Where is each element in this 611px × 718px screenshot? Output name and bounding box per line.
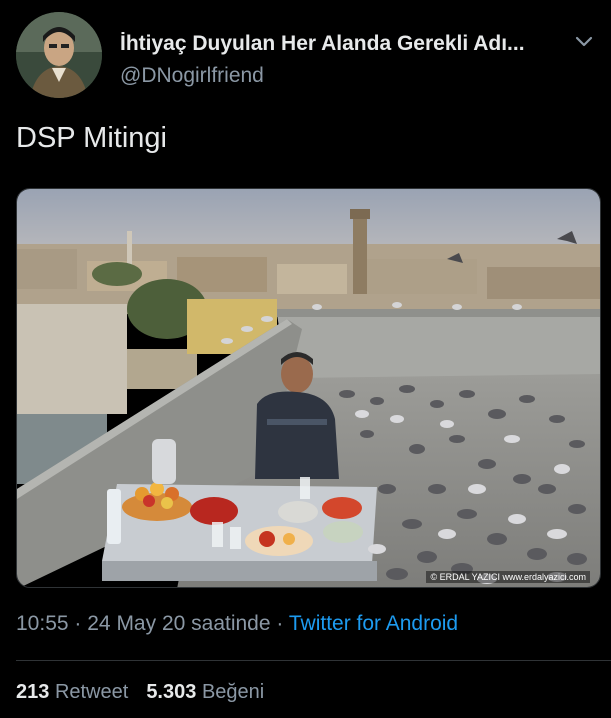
tweet-meta: 10:55 · 24 May 20 saatinde · Twitter for… [16,612,458,636]
retweets-stat[interactable]: 213 Retweet [16,681,128,703]
likes-label: Beğeni [201,681,265,703]
author-display-name[interactable]: İhtiyaç Duyulan Her Alanda Gerekli Adı..… [120,32,560,56]
avatar-image [16,12,102,98]
tweet-photo[interactable]: © ERDAL YAZICI www.erdalyazici.com [16,188,601,588]
chevron-down-icon[interactable] [572,30,596,54]
tweet-stats: 213 Retweet 5.303 Beğeni [16,681,264,704]
tweet-text: DSP Mitingi [16,122,167,154]
meta-separator-2: · [276,612,284,635]
likes-stat[interactable]: 5.303 Beğeni [146,681,264,703]
rooftop-pigeons-photo [17,189,600,587]
meta-separator: · [74,612,82,635]
retweets-count: 213 [16,681,50,703]
photo-credit: © ERDAL YAZICI www.erdalyazici.com [426,571,590,583]
retweets-label: Retweet [54,681,129,703]
author-avatar[interactable] [16,12,102,98]
divider [16,660,611,661]
tweet-date[interactable]: 24 May 20 saatinde [87,612,270,635]
tweet-source-link[interactable]: Twitter for Android [289,612,458,635]
author-handle[interactable]: @DNogirlfriend [120,64,264,88]
likes-count: 5.303 [146,681,197,703]
tweet-time[interactable]: 10:55 [16,612,69,635]
tweet-header: İhtiyaç Duyulan Her Alanda Gerekli Adı..… [16,12,596,98]
